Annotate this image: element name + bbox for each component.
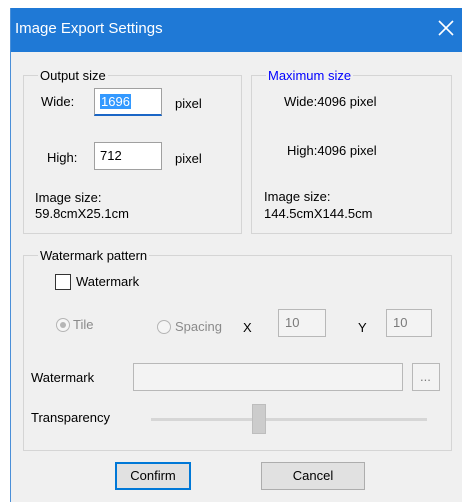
y-input-value: 10 (393, 315, 408, 330)
output-image-size-label: Image size: (35, 190, 102, 205)
browse-button[interactable]: ... (412, 363, 440, 391)
x-input[interactable]: 10 (278, 309, 326, 337)
max-high-text: High:4096 pixel (287, 143, 377, 158)
cancel-button[interactable]: Cancel (261, 462, 365, 490)
high-unit: pixel (175, 151, 202, 166)
spacing-radio[interactable] (157, 320, 171, 334)
maximum-size-legend: Maximum size (268, 68, 352, 83)
max-wide-text: Wide:4096 pixel (284, 94, 377, 109)
transparency-label: Transparency (31, 410, 110, 425)
close-icon[interactable] (434, 16, 458, 40)
max-image-size-label: Image size: (264, 189, 331, 204)
output-size-legend: Output size (40, 68, 106, 83)
high-label: High: (47, 150, 78, 165)
tile-radio[interactable] (56, 318, 70, 332)
watermark-checkbox[interactable] (55, 274, 71, 290)
watermark-file-input[interactable] (133, 363, 403, 391)
watermark-legend: Watermark pattern (40, 248, 148, 263)
y-label: Y (358, 320, 367, 335)
transparency-slider-thumb[interactable] (252, 404, 266, 434)
wide-label: Wide: (41, 94, 75, 109)
watermark-checkbox-label: Watermark (76, 274, 140, 289)
high-input[interactable]: 712 (94, 142, 162, 170)
browse-button-label: ... (420, 369, 431, 384)
high-input-value: 712 (100, 148, 122, 163)
watermark-file-label: Watermark (31, 370, 95, 385)
confirm-button[interactable]: Confirm (115, 462, 191, 490)
wide-input-value: 1696 (100, 94, 131, 109)
wide-unit: pixel (175, 96, 202, 111)
x-input-value: 10 (285, 315, 300, 330)
tile-label: Tile (73, 317, 94, 332)
output-image-size-value: 59.8cmX25.1cm (35, 206, 129, 221)
dialog-title: Image Export Settings (15, 20, 163, 37)
spacing-label: Spacing (175, 319, 222, 334)
x-label: X (243, 320, 252, 335)
wide-input[interactable]: 1696 (94, 88, 162, 116)
y-input[interactable]: 10 (386, 309, 432, 337)
title-bar: Image Export Settings (11, 8, 462, 52)
image-export-dialog: Image Export Settings Output size Wide: … (10, 8, 462, 502)
max-image-size-value: 144.5cmX144.5cm (264, 206, 373, 221)
transparency-slider-track[interactable] (151, 418, 427, 421)
